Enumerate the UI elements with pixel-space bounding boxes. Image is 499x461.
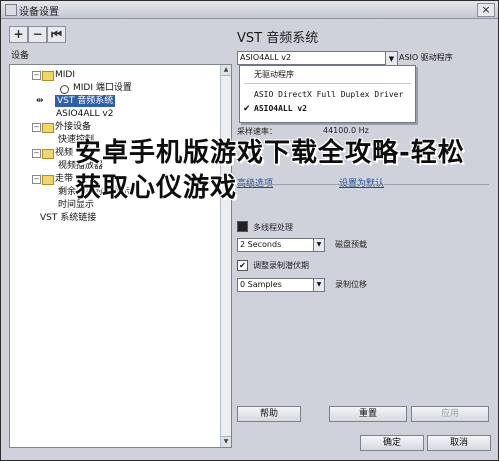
- chevron-down-icon[interactable]: ▼: [313, 239, 324, 251]
- tree-item-asio4all[interactable]: ASIO4ALL v2: [50, 108, 210, 120]
- device-toolbar: + − ⏮: [9, 26, 69, 43]
- multithread-checkbox[interactable]: [237, 221, 248, 232]
- asio-driver-select[interactable]: ASIO4ALL v2: [237, 51, 397, 65]
- help-button[interactable]: 帮助: [237, 406, 301, 422]
- record-shift-value: 0 Samples: [240, 280, 282, 289]
- tree-item-video[interactable]: − 视频: [32, 147, 212, 159]
- menu-item-label: ASIO DirectX Full Duplex Driver: [254, 90, 404, 99]
- driver-dropdown-menu: 无驱动程序 ASIO DirectX Full Duplex Driver ✔ …: [239, 65, 416, 123]
- app-icon: [5, 4, 17, 16]
- tree-item-label: 剩余录制时间显示: [58, 187, 131, 197]
- settings-panel: VST 音频系统 ASIO4ALL v2 ▼ ASIO 驱动程序 无驱动程序 A…: [237, 25, 491, 450]
- collapse-icon[interactable]: −: [32, 149, 41, 158]
- device-icon: ⇹: [36, 96, 44, 106]
- reset-device-button[interactable]: ⏮: [47, 26, 66, 43]
- tree-item-remote-devices[interactable]: − 外接设备: [32, 121, 212, 133]
- folder-icon: [42, 71, 54, 81]
- tree-item-time-display[interactable]: 时间显示: [50, 199, 210, 211]
- tab-advanced-options[interactable]: 高级选项: [237, 176, 273, 189]
- tree-item-record-time-max[interactable]: 剩余录制时间显示: [50, 186, 210, 198]
- tree-item-label: ASIO4ALL v2: [56, 109, 114, 119]
- device-list-panel: + − ⏮ 设备 − MIDI MIDI 端口设置 ⇹ VST 音频系统 ASI…: [9, 26, 232, 448]
- window-title: 设备设置: [19, 7, 59, 18]
- tree-item-midi-port-setup[interactable]: MIDI 端口设置: [50, 82, 210, 94]
- folder-icon: [42, 175, 54, 185]
- asio-driver-label: ASIO 驱动程序: [399, 53, 453, 62]
- tree-item-label: 走带: [55, 174, 74, 184]
- tree-item-label: MIDI: [55, 70, 76, 80]
- tree-item-transport[interactable]: − 走带: [32, 173, 212, 185]
- collapse-icon[interactable]: −: [32, 123, 41, 132]
- disk-preload-label: 磁盘预载: [335, 240, 367, 249]
- scroll-down-icon[interactable]: ▼: [221, 436, 231, 447]
- tree-item-label: VST 系统链接: [40, 213, 97, 223]
- panel-title: VST 音频系统: [237, 31, 319, 46]
- tree-scrollbar[interactable]: ▲ ▼: [220, 65, 231, 447]
- node-icon: [60, 85, 69, 94]
- tree-item-vst-system-link[interactable]: VST 系统链接: [32, 212, 212, 224]
- chevron-down-icon[interactable]: ▼: [313, 279, 324, 291]
- disk-preload-select[interactable]: 2 Seconds ▼: [237, 238, 325, 252]
- tab-set-as-default[interactable]: 设置为默认: [339, 176, 384, 189]
- tree-item-midi[interactable]: − MIDI: [32, 69, 212, 81]
- tree-item-label: 快速控制: [58, 135, 95, 145]
- tree-item-label: MIDI 端口设置: [73, 83, 132, 93]
- tree-item-label: VST 音频系统: [55, 95, 116, 107]
- section-divider: [237, 184, 489, 185]
- adjust-latency-label: 调整录制潜伏期: [253, 261, 309, 270]
- device-tree[interactable]: − MIDI MIDI 端口设置 ⇹ VST 音频系统 ASIO4ALL v2 …: [9, 64, 232, 448]
- record-shift-label: 录制位移: [335, 280, 367, 289]
- tree-item-label: 视频: [55, 148, 74, 158]
- folder-icon: [42, 149, 54, 159]
- tree-item-quick-controls[interactable]: 快速控制: [50, 134, 210, 146]
- apply-button[interactable]: 应用: [411, 406, 489, 422]
- ok-button[interactable]: 确定: [360, 435, 424, 451]
- device-setup-window: 设备设置 × + − ⏮ 设备 − MIDI MIDI 端口设置 ⇹ VST 音…: [0, 0, 499, 461]
- multithread-label: 多线程处理: [253, 223, 293, 232]
- menu-item-label: ASIO4ALL v2: [254, 104, 307, 113]
- reset-button[interactable]: 重置: [329, 406, 407, 422]
- device-list-header: 设备: [11, 51, 30, 61]
- sample-rate-value: 44100.0 Hz: [323, 126, 369, 135]
- record-shift-select[interactable]: 0 Samples ▼: [237, 278, 325, 292]
- cancel-button[interactable]: 取消: [427, 435, 491, 451]
- title-bar: 设备设置 ×: [1, 1, 498, 19]
- checkmark-icon: ✔: [243, 104, 251, 114]
- tree-item-vst-audio-system[interactable]: ⇹ VST 音频系统: [32, 95, 212, 107]
- remove-device-button[interactable]: −: [28, 26, 47, 43]
- folder-icon: [42, 123, 54, 133]
- adjust-latency-checkbox[interactable]: ✔: [237, 260, 248, 271]
- disk-preload-value: 2 Seconds: [240, 240, 282, 249]
- tree-item-label: 时间显示: [58, 200, 95, 210]
- sample-rate-label: 采样速率：: [237, 127, 277, 136]
- add-device-button[interactable]: +: [9, 26, 28, 43]
- close-button[interactable]: ×: [477, 3, 495, 17]
- tree-item-video-player[interactable]: 视频播放器: [50, 160, 210, 172]
- tree-item-label: 外接设备: [55, 122, 92, 132]
- scroll-up-icon[interactable]: ▲: [221, 65, 231, 76]
- collapse-icon[interactable]: −: [32, 175, 41, 184]
- tree-item-label: 视频播放器: [58, 161, 104, 171]
- menu-item-label: 无驱动程序: [254, 70, 294, 79]
- menu-divider: [244, 83, 411, 84]
- collapse-icon[interactable]: −: [32, 71, 41, 80]
